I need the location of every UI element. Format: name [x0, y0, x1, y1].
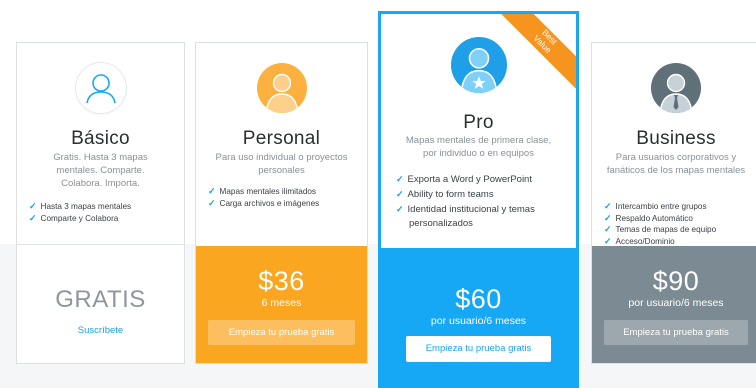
subscribe-link[interactable]: Suscríbete	[17, 325, 184, 336]
plan-card-pro: Best Value Pro Mapas mentales de primera…	[378, 11, 579, 388]
feature-item: ✓ Identidad institucional y temas	[396, 204, 535, 215]
feature-item: ✓ Hasta 3 mapas mentales	[29, 201, 132, 211]
check-icon: ✓	[208, 197, 216, 208]
plan-name: Business	[636, 128, 716, 149]
plan-period: por usuario/6 meses	[430, 315, 527, 327]
check-icon: ✓	[396, 189, 404, 199]
feature-item: ✓ Temas de mapas de equipo	[604, 224, 717, 234]
user-outline-icon	[75, 63, 126, 113]
check-icon: ✓	[208, 186, 216, 196]
price-panel: $90 por usuario/6 meses Empieza tu prueb…	[592, 246, 756, 363]
plan-period: por usuario/6 meses	[628, 297, 724, 309]
start-trial-button[interactable]: Empieza tu prueba gratis	[208, 320, 355, 345]
feature-list: ✓ Intercambio entre grupos ✓ Respaldo Auto…	[604, 201, 754, 247]
plan-card-personal: Personal Para uso individual o proyectos…	[195, 42, 368, 364]
feature-list: ✓ Exporta a Word y PowerPoint ✓ Ability to…	[396, 172, 570, 231]
plan-description: Para usuarios corporativos y fanáticos d…	[606, 152, 746, 176]
plan-period: 6 meses	[261, 297, 302, 309]
plan-card-basico: Básico Gratis. Hasta 3 mapas mentales. C…	[16, 42, 185, 364]
price-panel: $36 6 meses Empieza tu prueba gratis	[196, 246, 367, 363]
feature-list: ✓ Mapas mentales ilimitados ✓ Carga archiv…	[208, 186, 361, 209]
feature-item: ✓ Intercambio entre grupos	[604, 201, 707, 211]
feature-list: ✓ Hasta 3 mapas mentales ✓ Comparte y Cola…	[29, 201, 178, 224]
check-icon: ✓	[29, 212, 37, 223]
feature-item: ✓ Respaldo Automático	[604, 212, 693, 223]
user-orange-icon	[256, 63, 307, 113]
plan-name: Básico	[71, 128, 130, 149]
plan-price: GRATIS	[55, 286, 146, 313]
user-tie-icon	[651, 63, 701, 113]
start-trial-button[interactable]: Empieza tu prueba gratis	[604, 320, 748, 345]
check-icon: ✓	[29, 201, 37, 211]
check-icon: ✓	[604, 212, 612, 223]
plan-name: Personal	[242, 128, 321, 149]
check-icon: ✓	[604, 224, 612, 234]
feature-item: ✓ Exporta a Word y PowerPoint	[396, 174, 532, 185]
plan-description: Para uso individual o proyectos personal…	[215, 152, 348, 176]
check-icon: ✓	[396, 204, 404, 214]
feature-item: ✓ Comparte y Colabora	[29, 212, 119, 223]
plan-description: Mapas mentales de primera clase, por ind…	[405, 135, 552, 159]
plan-card-business: Business Para usuarios corporativos y fa…	[591, 42, 756, 364]
check-icon: ✓	[604, 235, 612, 246]
plan-price: $90	[652, 266, 700, 296]
feature-item: ✓ Ability to form teams	[396, 189, 494, 200]
start-trial-button[interactable]: Empieza tu prueba gratis	[406, 336, 551, 362]
feature-item: ✓ Carga archivos e imágenes	[208, 197, 320, 208]
feature-item: ✓ Mapas mentales ilimitados	[208, 186, 317, 196]
plan-description: Gratis. Hasta 3 mapas mentales. Comparte…	[53, 152, 148, 189]
plan-name: Pro	[463, 112, 494, 133]
check-icon: ✓	[604, 201, 612, 211]
plan-price: $60	[455, 284, 502, 314]
check-icon: ✓	[396, 174, 404, 184]
divider	[17, 244, 184, 245]
plan-price: $36	[258, 266, 305, 296]
feature-item: personalizados	[409, 218, 473, 229]
best-value-ribbon: Best Value	[498, 14, 576, 92]
price-panel: $60 por usuario/6 meses Empieza tu prueb…	[381, 248, 576, 385]
